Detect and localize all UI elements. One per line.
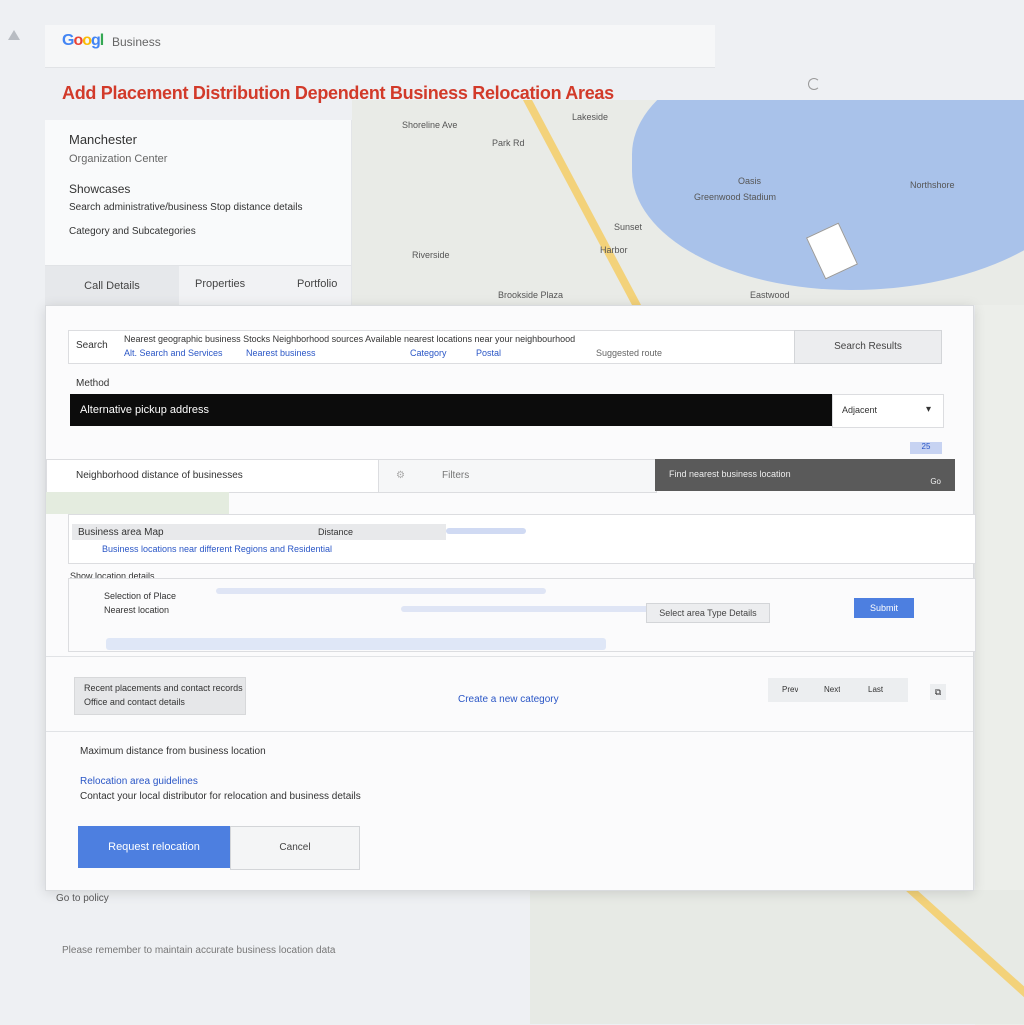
create-category-link[interactable]: Create a new category [458,694,559,705]
submit-button[interactable]: Submit [854,598,914,618]
map-bottom [530,890,1024,1024]
tab-call-details[interactable]: Call Details [45,266,179,306]
search-link[interactable]: Postal [476,348,501,358]
method-label: Method [76,378,110,389]
summary-line: Recent placements and contact records [84,683,243,693]
filter-label: Filters [442,470,470,481]
google-logo[interactable]: Googl [62,32,104,50]
method-select[interactable]: Alternative pickup address [70,394,832,426]
map-label: Greenwood Stadium [694,192,777,202]
bottom-text: Please remember to maintain accurate bus… [62,945,336,956]
blur-highlight [216,588,546,594]
guidelines-link[interactable]: Relocation area guidelines [80,776,198,787]
pagination-next[interactable]: Next [824,685,840,694]
expand-icon[interactable]: ⧉ [930,684,946,700]
map-label: Sunset [614,222,643,232]
search-results-button[interactable]: Search Results [794,330,942,364]
find-nearest-sub: Go [930,477,941,486]
warning-icon [8,30,20,40]
pagination-last[interactable]: Last [868,685,883,694]
search-meta: Suggested route [596,348,663,358]
section-heading: Business area Map [78,527,164,538]
blur-highlight [446,528,526,534]
footer-line: Maximum distance from business location [80,746,266,757]
progress-strip [46,492,229,514]
map-label: Northshore [910,180,955,190]
blur-highlight [401,606,661,612]
footer-line: Contact your local distributor for reloc… [80,791,361,802]
search-label: Search [76,340,108,351]
map-label: Lakeside [572,112,609,122]
map-label: Oasis [738,176,762,186]
category-label: Category and Subcategories [69,226,196,237]
business-subtitle: Organization Center [69,153,168,165]
find-nearest-label: Find nearest business location [669,469,791,479]
search-link[interactable]: Nearest business [246,348,316,358]
map-view[interactable]: Shoreline Ave Park Rd Lakeside Oasis Gre… [352,100,1024,305]
distance-label: Neighborhood distance of businesses [76,470,243,481]
relocation-dialog: Search Nearest geographic business Stock… [45,305,976,891]
policy-note[interactable]: Go to policy [56,893,109,904]
select-area-button[interactable]: Select area Type Details [646,603,770,623]
business-name: Manchester [69,132,137,147]
search-text: Nearest geographic business Stocks Neigh… [124,334,576,344]
map-label: Shoreline Ave [402,120,458,130]
find-nearest-button[interactable]: Find nearest business location Go [655,459,955,491]
tab-properties[interactable]: Properties [195,278,245,290]
business-info-panel: Manchester Organization Center Showcases… [45,120,352,306]
map-label: Eastwood [750,290,790,300]
blur-highlight [106,638,606,650]
details-line: Nearest location [104,605,170,615]
cancel-button[interactable]: Cancel [230,826,360,870]
map-label: Brookside Plaza [498,290,564,300]
filter-icon: ⚙ [396,470,405,481]
section-heading: Showcases [69,182,131,196]
map-label: Harbor [600,245,628,255]
section-description: Search administrative/business Stop dist… [69,202,303,213]
divider [46,656,973,657]
pagination-prev[interactable]: Prev [782,685,798,694]
search-link[interactable]: Alt. Search and Services [124,348,223,358]
refresh-icon[interactable] [808,78,820,90]
search-link[interactable]: Category [410,348,447,358]
section-heading-right: Distance [318,527,354,537]
count-badge: 25 [910,442,942,454]
method-side-value: Adjacent [842,405,878,415]
panel-tabs: Call Details Properties Portfolio [45,265,351,306]
map-label: Park Rd [492,138,525,148]
chevron-down-icon[interactable]: ▾ [926,404,931,415]
business-locations-link[interactable]: Business locations near different Region… [102,544,332,554]
app-name: Business [112,35,161,49]
map-road [521,100,651,305]
summary-line: Office and contact details [84,697,185,707]
divider [46,731,973,732]
request-relocation-button[interactable]: Request relocation [78,826,230,868]
details-line: Selection of Place [104,591,177,601]
map-label: Riverside [412,250,450,260]
filter-field[interactable] [378,459,657,493]
tab-portfolio[interactable]: Portfolio [297,278,337,290]
